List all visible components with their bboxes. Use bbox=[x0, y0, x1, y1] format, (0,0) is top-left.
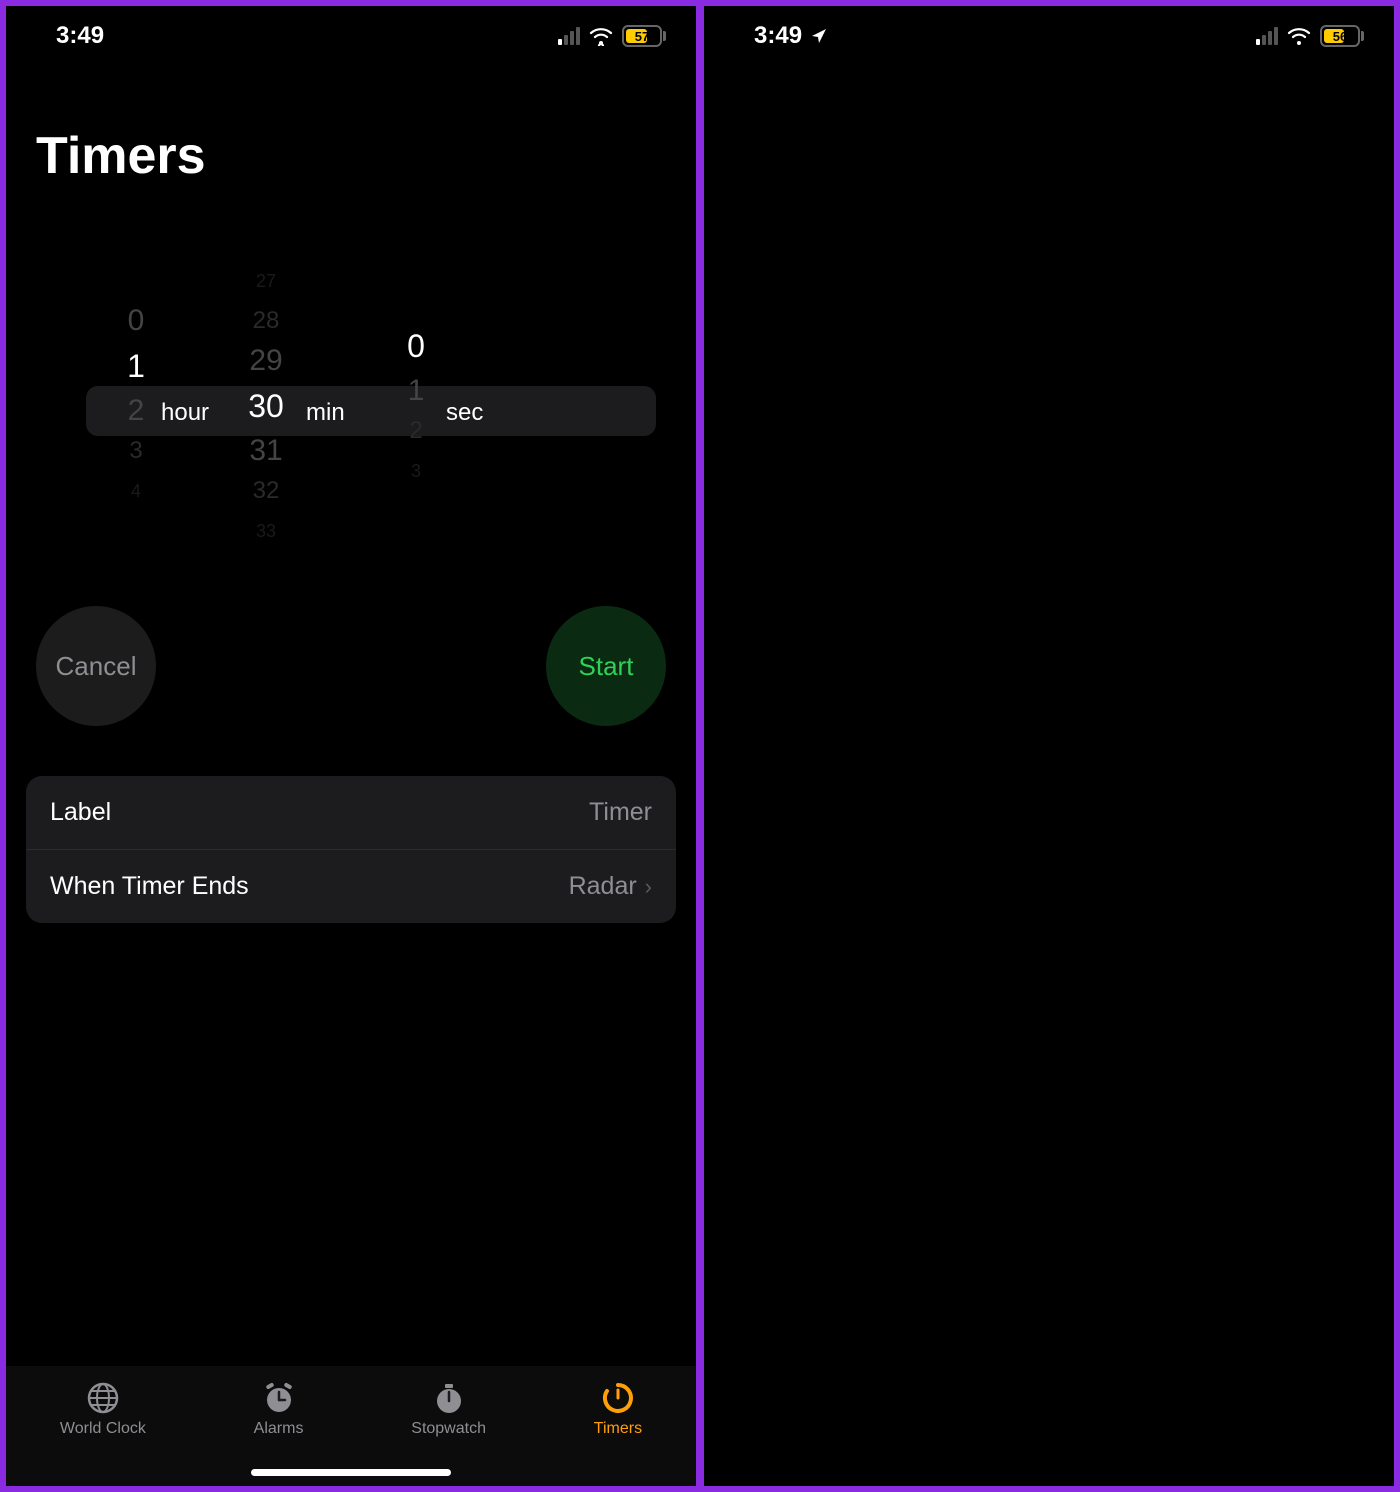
timers-screen: 3:49 57 Timers hour min sec bbox=[6, 6, 696, 1486]
min-unit-label: min bbox=[306, 399, 345, 427]
battery-icon: 56 bbox=[1320, 25, 1364, 47]
page-title: Timers bbox=[6, 66, 696, 206]
label-row-value: Timer bbox=[589, 798, 652, 827]
when-timer-ends-row[interactable]: When Timer Ends Radar › bbox=[26, 850, 676, 923]
ends-row-title: When Timer Ends bbox=[50, 872, 249, 901]
status-bar: 3:49 57 bbox=[6, 6, 696, 66]
minutes-column[interactable]: 27 28 29 30 31 32 33 bbox=[226, 236, 306, 576]
chevron-right-icon: › bbox=[645, 874, 652, 900]
home-indicator[interactable] bbox=[251, 1469, 451, 1476]
tab-alarms[interactable]: Alarms bbox=[254, 1380, 304, 1438]
stopwatch-icon bbox=[431, 1380, 467, 1416]
status-bar: 3:49 56 bbox=[704, 6, 1394, 66]
time-picker[interactable]: hour min sec 0 1 2 3 4 27 28 29 30 31 32… bbox=[6, 236, 696, 576]
cancel-button[interactable]: Cancel bbox=[36, 606, 156, 726]
label-row-title: Label bbox=[50, 798, 111, 827]
ends-row-value: Radar bbox=[569, 872, 637, 901]
timer-icon bbox=[600, 1380, 636, 1416]
hours-column[interactable]: 0 1 2 3 4 bbox=[96, 236, 176, 576]
seconds-column[interactable]: 0 1 2 3 bbox=[376, 236, 456, 576]
location-icon bbox=[810, 27, 828, 45]
when-timer-ends-screen: 3:49 56 Cancel When bbox=[704, 6, 1394, 1486]
wifi-icon bbox=[1286, 26, 1312, 46]
globe-icon bbox=[85, 1380, 121, 1416]
status-time: 3:49 bbox=[56, 22, 104, 50]
tab-stopwatch[interactable]: Stopwatch bbox=[411, 1380, 486, 1438]
cell-signal-icon bbox=[1256, 27, 1278, 45]
tab-world-clock[interactable]: World Clock bbox=[60, 1380, 146, 1438]
wifi-icon bbox=[588, 26, 614, 46]
alarm-icon bbox=[261, 1380, 297, 1416]
status-time: 3:49 bbox=[754, 22, 802, 50]
timer-settings-group: Label Timer When Timer Ends Radar › bbox=[26, 776, 676, 923]
start-button[interactable]: Start bbox=[546, 606, 666, 726]
tab-bar: World Clock Alarms Stopwatch Timers bbox=[6, 1366, 696, 1486]
tab-timers[interactable]: Timers bbox=[594, 1380, 642, 1438]
label-row[interactable]: Label Timer bbox=[26, 776, 676, 850]
cell-signal-icon bbox=[558, 27, 580, 45]
battery-icon: 57 bbox=[622, 25, 666, 47]
